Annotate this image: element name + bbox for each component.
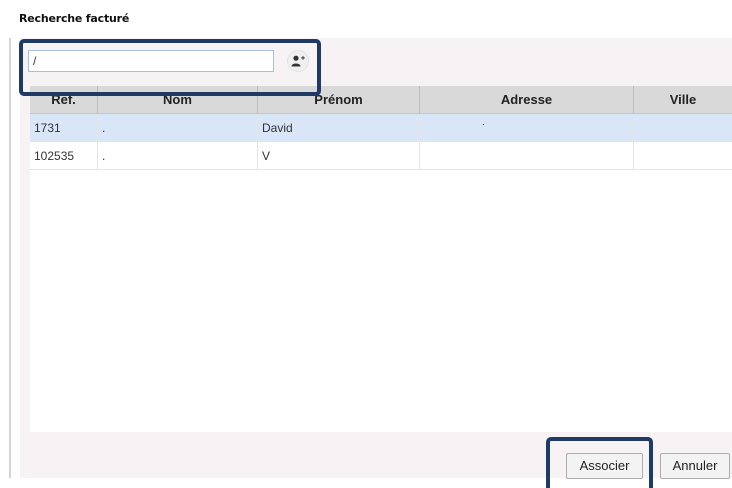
add-person-button[interactable] xyxy=(287,50,309,72)
cell-nom: . xyxy=(98,114,258,142)
associate-button[interactable]: Associer xyxy=(566,453,643,479)
column-header-prenom[interactable]: Prénom xyxy=(258,86,420,114)
column-header-adresse[interactable]: Adresse xyxy=(420,86,634,114)
table-row[interactable]: 102535 . V xyxy=(30,142,732,170)
column-header-ville[interactable]: Ville xyxy=(634,86,732,114)
dialog-title: Recherche facturé xyxy=(19,12,130,25)
cell-adresse: . xyxy=(420,114,634,142)
dialog-left-border xyxy=(9,38,11,478)
cell-ville xyxy=(634,142,732,170)
cell-prenom: David xyxy=(258,114,420,142)
column-header-ref[interactable]: Ref. xyxy=(30,86,98,114)
table-header: Ref. Nom Prénom Adresse Ville xyxy=(30,86,732,114)
cell-ref: 1731 xyxy=(30,114,98,142)
column-header-nom[interactable]: Nom xyxy=(98,86,258,114)
results-table: Ref. Nom Prénom Adresse Ville 1731 . Dav… xyxy=(30,86,732,432)
search-input[interactable] xyxy=(28,50,274,72)
recherche-facture-dialog: Recherche facturé Ref. Nom Prénom Adress… xyxy=(0,0,732,488)
cell-ville xyxy=(634,114,732,142)
cell-ref: 102535 xyxy=(30,142,98,170)
table-row[interactable]: 1731 . David . xyxy=(30,114,732,142)
add-person-icon xyxy=(291,55,305,67)
cell-prenom: V xyxy=(258,142,420,170)
cell-nom: . xyxy=(98,142,258,170)
cell-adresse xyxy=(420,142,634,170)
cancel-button[interactable]: Annuler xyxy=(660,453,730,479)
